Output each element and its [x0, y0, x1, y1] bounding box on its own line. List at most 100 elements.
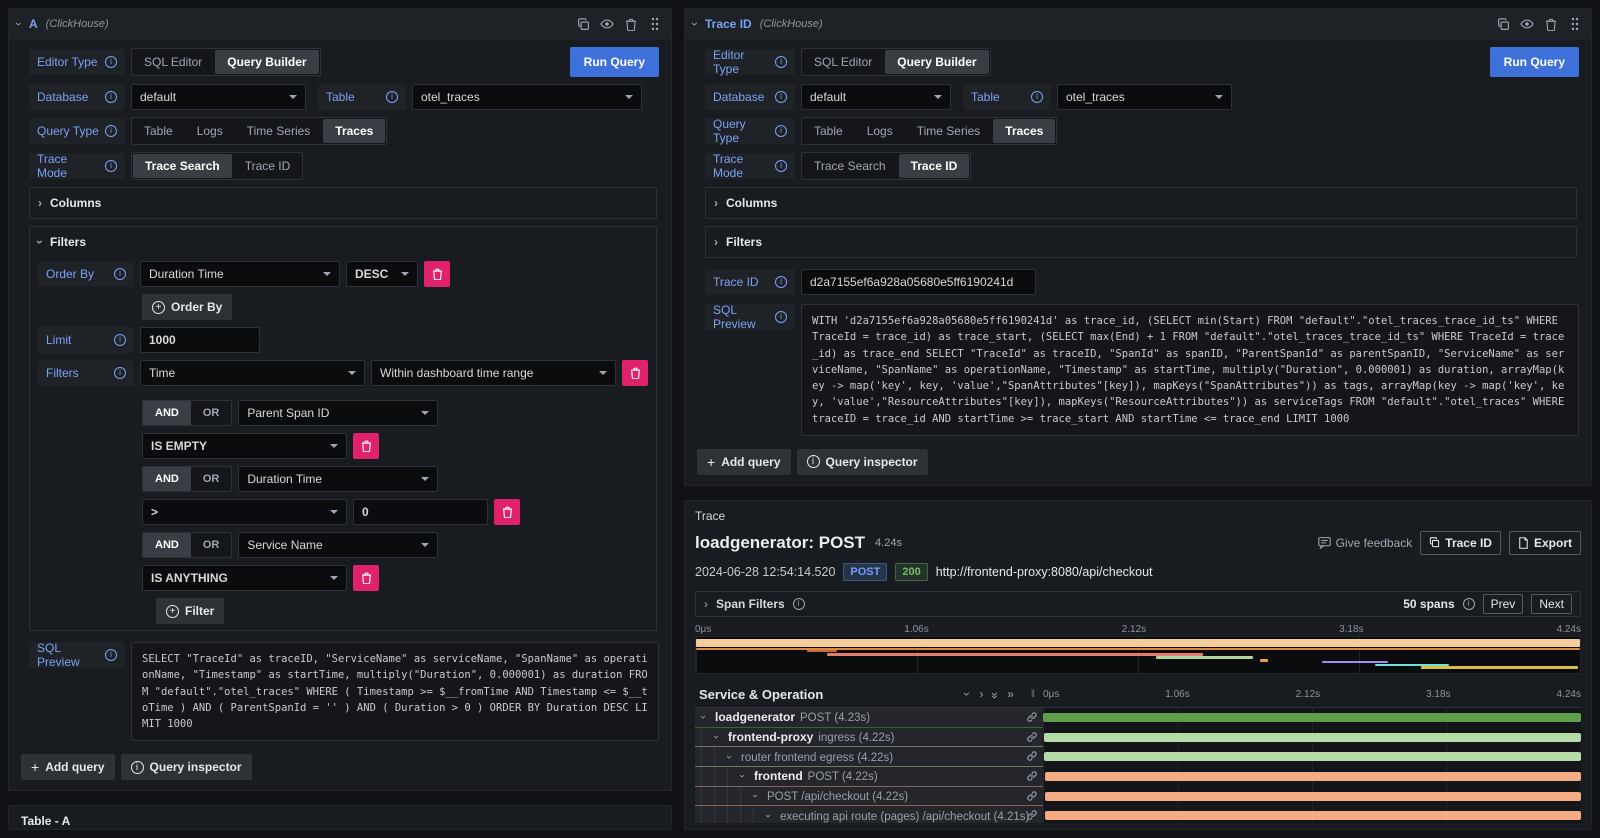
- give-feedback-button[interactable]: Give feedback: [1318, 536, 1413, 550]
- span-gantt-cell[interactable]: [1043, 806, 1581, 823]
- chevron-down-icon[interactable]: ›: [711, 735, 721, 738]
- info-icon[interactable]: i: [1031, 91, 1043, 103]
- info-icon[interactable]: i: [793, 598, 805, 610]
- trace-id-button[interactable]: Trace ID: [1420, 531, 1501, 555]
- info-icon[interactable]: i: [105, 91, 117, 103]
- database-select[interactable]: default: [131, 84, 306, 110]
- minimap-span-bar[interactable]: [1156, 656, 1253, 659]
- span-link-icon[interactable]: [1026, 770, 1038, 785]
- and-option[interactable]: AND: [143, 401, 191, 425]
- info-icon[interactable]: i: [105, 56, 117, 68]
- collapse-all-icon[interactable]: »: [989, 693, 1001, 697]
- drag-handle-icon[interactable]: [1567, 16, 1583, 32]
- condition-field-select[interactable]: Parent Span ID: [238, 400, 438, 426]
- chevron-down-icon[interactable]: ›: [698, 716, 708, 719]
- run-query-button[interactable]: Run Query: [570, 47, 659, 77]
- remove-condition-button[interactable]: [494, 499, 520, 525]
- span-tree-cell[interactable]: ›router frontend egress (4.22s): [695, 747, 1043, 767]
- trace-mode-id[interactable]: Trace ID: [233, 153, 303, 179]
- trash-icon[interactable]: [623, 16, 639, 32]
- info-icon[interactable]: i: [386, 91, 398, 103]
- panel-collapse-icon[interactable]: ›: [689, 22, 701, 26]
- columns-section[interactable]: ›Columns: [705, 187, 1577, 219]
- span-link-icon[interactable]: [1026, 809, 1038, 823]
- or-option[interactable]: OR: [191, 467, 232, 491]
- minimap-span-bar[interactable]: [1421, 666, 1578, 669]
- editor-type-query-builder[interactable]: Query Builder: [215, 50, 318, 74]
- span-tree-cell[interactable]: ›POST /api/checkout (4.22s): [695, 787, 1043, 807]
- drag-handle-icon[interactable]: [647, 16, 663, 32]
- panel-a-header[interactable]: › A (ClickHouse): [9, 9, 671, 39]
- table-select[interactable]: otel_traces: [412, 84, 642, 110]
- panel-collapse-icon[interactable]: ›: [13, 22, 25, 26]
- query-type-timeseries[interactable]: Time Series: [235, 118, 323, 144]
- trace-mode-id[interactable]: Trace ID: [899, 154, 970, 178]
- condition-operator-select[interactable]: >: [142, 499, 347, 525]
- info-icon[interactable]: i: [114, 268, 126, 280]
- expand-all-icon[interactable]: »: [1007, 687, 1011, 701]
- chevron-down-icon[interactable]: ›: [763, 814, 773, 817]
- order-by-direction-select[interactable]: DESC: [346, 261, 418, 287]
- condition-value-input[interactable]: 0: [353, 499, 488, 525]
- filters-section[interactable]: ›Filters: [705, 226, 1577, 258]
- filter-range-select[interactable]: Within dashboard time range: [371, 360, 616, 386]
- span-tree-cell[interactable]: ›loadgeneratorPOST (4.23s): [695, 708, 1043, 728]
- limit-input[interactable]: 1000: [140, 327, 260, 353]
- span-duration-bar[interactable]: [1044, 733, 1581, 742]
- prev-span-button[interactable]: Prev: [1483, 594, 1524, 614]
- panel-b-header[interactable]: › Trace ID (ClickHouse): [685, 9, 1591, 39]
- minimap-span-bar[interactable]: [696, 639, 1580, 647]
- query-type-logs[interactable]: Logs: [855, 118, 905, 144]
- chevron-down-icon[interactable]: ›: [961, 692, 973, 696]
- next-span-button[interactable]: Next: [1531, 594, 1572, 614]
- info-icon[interactable]: i: [105, 649, 117, 661]
- query-inspector-button[interactable]: iQuery inspector: [797, 449, 928, 475]
- editor-type-sql-editor[interactable]: SQL Editor: [132, 49, 214, 75]
- span-duration-bar[interactable]: [1045, 811, 1581, 820]
- span-gantt-cell[interactable]: [1043, 767, 1581, 787]
- query-inspector-button[interactable]: iQuery inspector: [121, 754, 252, 780]
- remove-filter-button[interactable]: [622, 360, 648, 386]
- minimap-canvas[interactable]: [695, 636, 1581, 674]
- copy-icon[interactable]: [575, 16, 591, 32]
- query-type-table[interactable]: Table: [132, 118, 185, 144]
- info-icon[interactable]: i: [775, 125, 787, 137]
- filters-section-header[interactable]: ›Filters: [38, 233, 648, 251]
- columns-section[interactable]: ›Columns: [29, 187, 657, 219]
- trace-mode-search[interactable]: Trace Search: [802, 153, 898, 179]
- run-query-button[interactable]: Run Query: [1490, 47, 1579, 77]
- or-option[interactable]: OR: [191, 533, 232, 557]
- info-icon[interactable]: i: [1463, 598, 1475, 610]
- info-icon[interactable]: i: [105, 125, 117, 137]
- info-icon[interactable]: i: [775, 91, 787, 103]
- and-option[interactable]: AND: [143, 533, 191, 557]
- span-duration-bar[interactable]: [1044, 752, 1581, 761]
- info-icon[interactable]: i: [114, 367, 126, 379]
- info-icon[interactable]: i: [775, 311, 787, 323]
- eye-icon[interactable]: [599, 16, 615, 32]
- span-gantt-cell[interactable]: [1043, 728, 1581, 748]
- chevron-down-icon[interactable]: ›: [724, 755, 734, 758]
- remove-condition-button[interactable]: [353, 433, 379, 459]
- editor-type-query-builder[interactable]: Query Builder: [885, 50, 988, 74]
- minimap-span-bar[interactable]: [1260, 659, 1268, 662]
- add-order-by-button[interactable]: +Order By: [142, 294, 232, 320]
- filter-field-select[interactable]: Time: [140, 360, 365, 386]
- span-link-icon[interactable]: [1026, 750, 1038, 765]
- span-duration-bar[interactable]: [1045, 792, 1581, 801]
- query-type-traces[interactable]: Traces: [323, 119, 385, 143]
- condition-operator-select[interactable]: IS EMPTY: [142, 433, 347, 459]
- info-icon[interactable]: i: [114, 334, 126, 346]
- query-type-logs[interactable]: Logs: [185, 118, 235, 144]
- remove-order-by-button[interactable]: [424, 261, 450, 287]
- order-by-field-select[interactable]: Duration Time: [140, 261, 340, 287]
- info-icon[interactable]: i: [105, 160, 117, 172]
- span-tree-cell[interactable]: ›frontend-proxyingress (4.22s): [695, 728, 1043, 748]
- info-icon[interactable]: i: [775, 56, 787, 68]
- editor-type-sql-editor[interactable]: SQL Editor: [802, 49, 884, 75]
- column-resize-handle[interactable]: ‖: [1027, 689, 1039, 700]
- minimap-span-bar[interactable]: [827, 653, 1203, 656]
- chevron-down-icon[interactable]: ›: [737, 775, 747, 778]
- span-gantt-cell[interactable]: [1043, 787, 1581, 807]
- add-query-button[interactable]: +Add query: [21, 754, 115, 780]
